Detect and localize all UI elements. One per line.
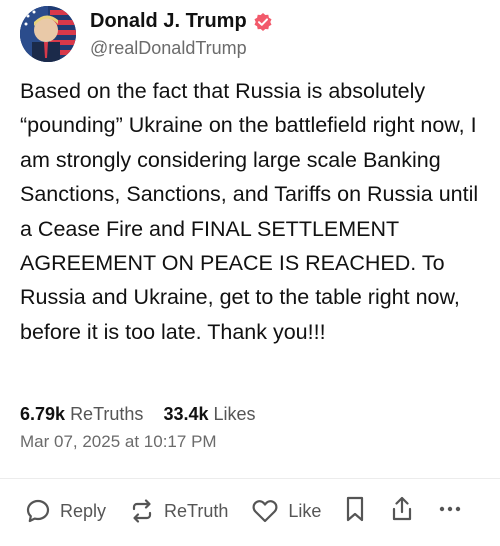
more-icon [437, 495, 463, 528]
truth-post: Donald J. Trump @realDonaldTrump Based o… [0, 0, 500, 546]
like-button[interactable]: Like [250, 497, 321, 525]
like-icon [250, 497, 280, 525]
likes-stat[interactable]: 33.4k Likes [163, 404, 255, 424]
author-avatar[interactable] [20, 6, 76, 62]
share-button[interactable] [389, 495, 415, 528]
retruth-icon [128, 497, 156, 525]
retruths-count: 6.79k [20, 404, 66, 424]
reply-button[interactable]: Reply [24, 497, 106, 525]
bookmark-button[interactable] [343, 495, 367, 528]
reply-label: Reply [60, 500, 107, 521]
retruth-button[interactable]: ReTruth [128, 497, 228, 525]
post-timestamp: Mar 07, 2025 at 10:17 PM [20, 432, 217, 451]
author-handle[interactable]: @realDonaldTrump [90, 38, 247, 59]
more-button[interactable] [437, 495, 463, 528]
like-label: Like [288, 500, 322, 521]
post-body-text: Based on the fact that Russia is absolut… [20, 79, 479, 344]
bookmark-icon [343, 495, 367, 528]
author-display-name[interactable]: Donald J. Trump [90, 10, 247, 33]
post-stats: 6.79k ReTruths 33.4k Likes [20, 404, 256, 425]
retruth-label: ReTruth [164, 500, 229, 521]
action-bar: Reply ReTruth Like [24, 494, 485, 528]
reply-icon [24, 497, 52, 525]
author-name-row: Donald J. Trump [90, 10, 273, 33]
likes-label: Likes [213, 404, 256, 424]
share-icon [389, 495, 415, 528]
retruths-label: ReTruths [70, 404, 144, 424]
likes-count: 33.4k [163, 404, 209, 424]
divider [0, 478, 500, 479]
retruths-stat[interactable]: 6.79k ReTruths [20, 404, 143, 424]
avatar-image [20, 6, 76, 62]
verified-badge-icon [253, 12, 273, 32]
